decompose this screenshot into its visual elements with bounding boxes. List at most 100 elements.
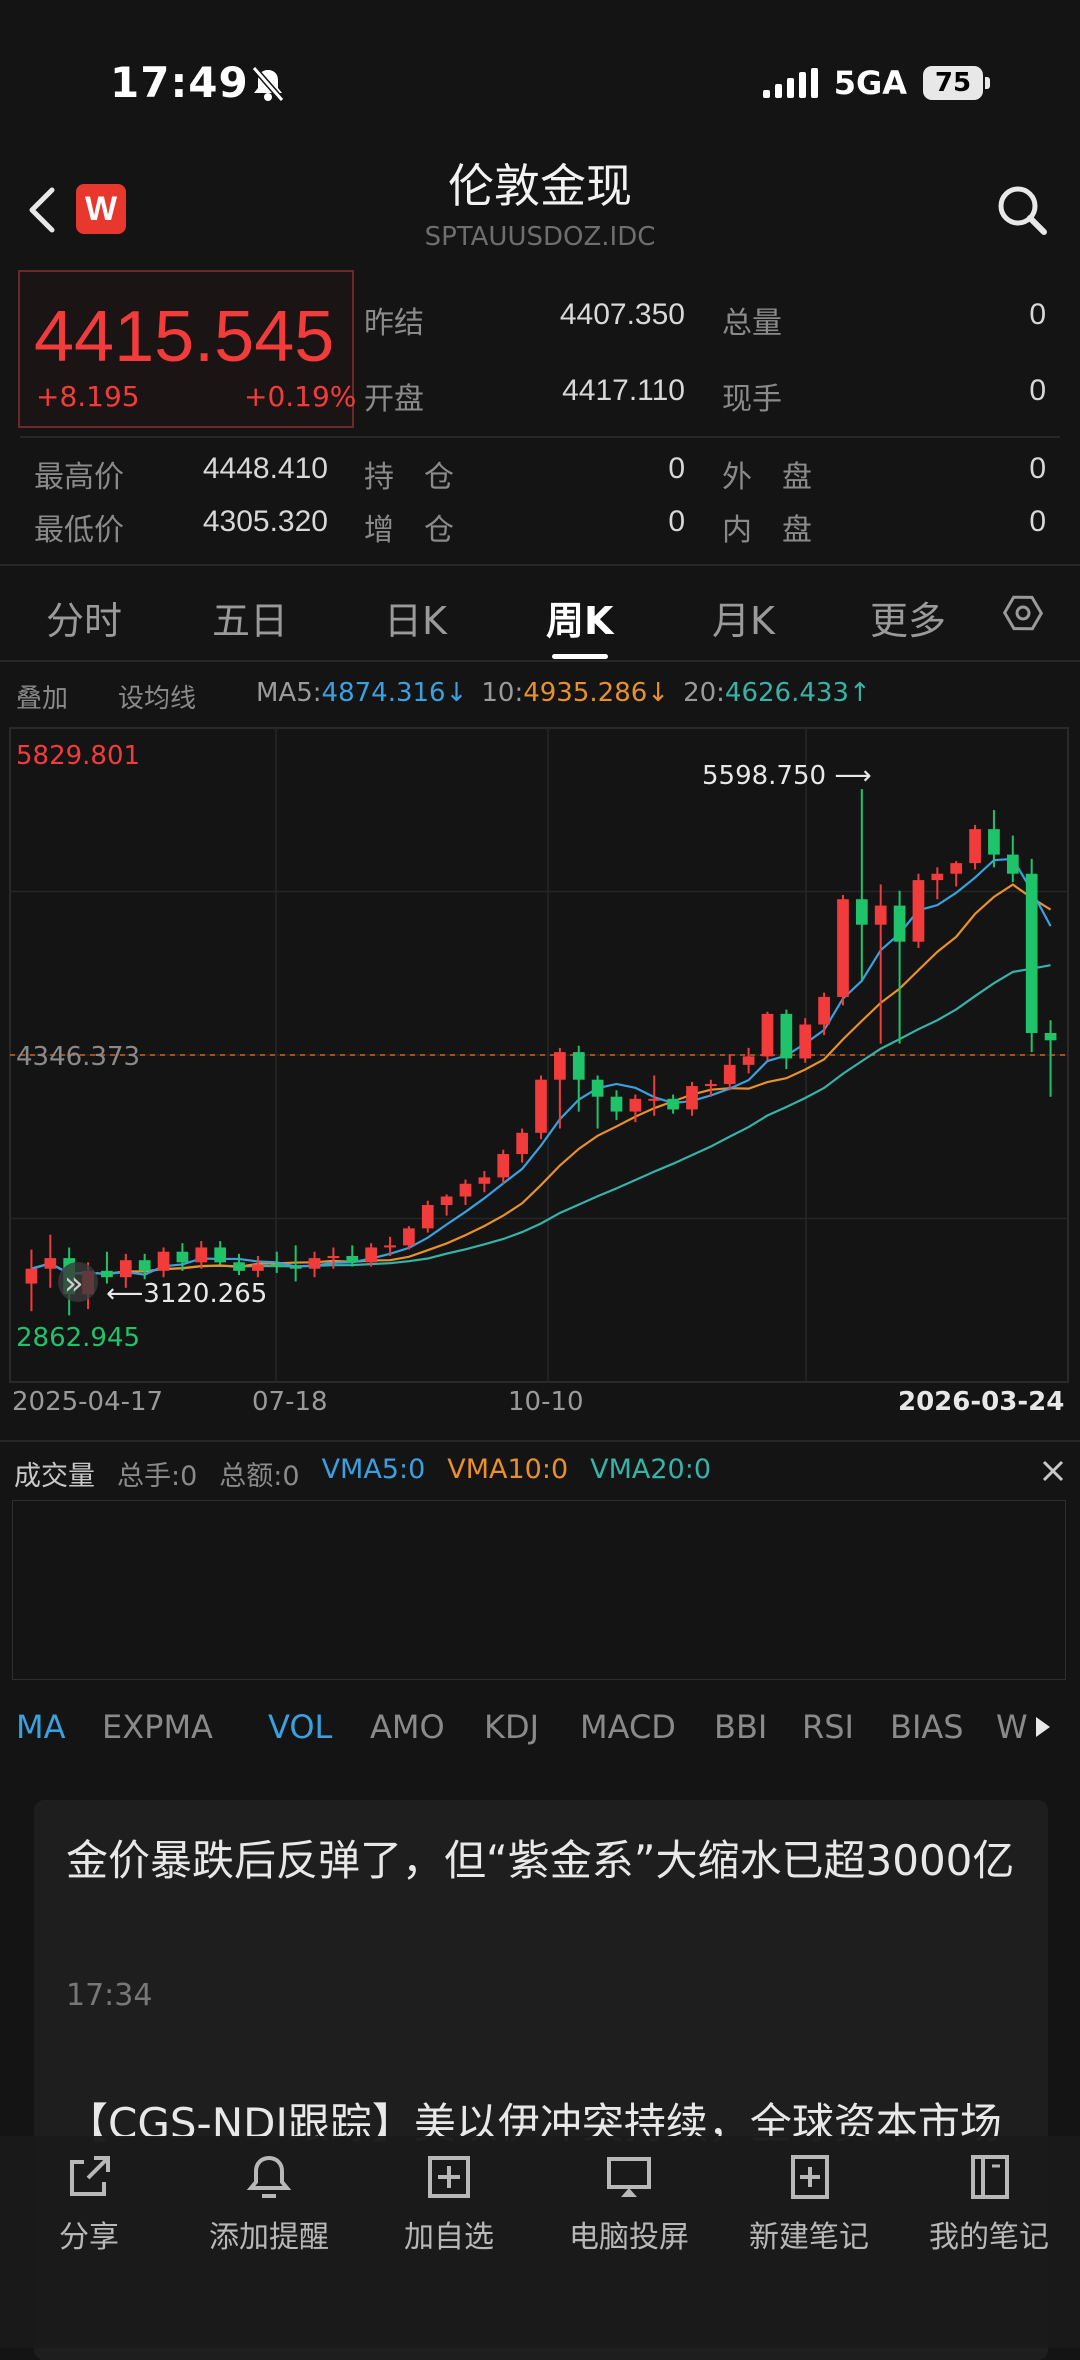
mute-bell-icon — [251, 66, 285, 102]
ma20-label: 20: — [683, 678, 725, 708]
add-watchlist-button[interactable]: 加自选 — [364, 2150, 534, 2256]
news-title[interactable]: 金价暴跌后反弹了，但“紫金系”大缩水已超3000亿 — [66, 1830, 1016, 1892]
candle-body — [195, 1247, 208, 1263]
indicator-tab-bbi[interactable]: BBI — [714, 1708, 767, 1746]
battery-icon: 75 — [923, 66, 983, 100]
candle-body — [497, 1154, 510, 1178]
candle-body — [421, 1204, 434, 1229]
candle-body — [855, 899, 868, 925]
tab-intraday[interactable]: 分时 — [46, 590, 122, 645]
cast-screen-icon — [607, 2157, 651, 2197]
add-alert-label: 添加提醒 — [209, 2220, 329, 2255]
candle-body — [893, 905, 906, 942]
field-label: 总量 — [722, 306, 782, 341]
ma5-value: 4874.316↓ — [321, 678, 468, 708]
candle-body — [384, 1245, 396, 1248]
add-watchlist-label: 加自选 — [404, 2220, 494, 2255]
ma5-label: MA5: — [256, 678, 322, 708]
vma20: VMA20:0 — [590, 1454, 712, 1485]
my-notes-label: 我的笔记 — [929, 2220, 1049, 2255]
candle-body — [119, 1260, 132, 1278]
screen-cast-button[interactable]: 电脑投屏 — [544, 2150, 714, 2256]
last-price: 4415.545 — [34, 297, 335, 377]
candle-body — [950, 863, 963, 874]
candle-body — [157, 1251, 170, 1271]
my-notes-button[interactable]: 我的笔记 — [904, 2150, 1074, 2256]
candle-body — [478, 1177, 491, 1184]
share-icon — [70, 2156, 110, 2196]
plus-box-icon — [428, 2156, 470, 2198]
tab-daily-k[interactable]: 日K — [384, 590, 447, 645]
divider — [0, 660, 1080, 662]
close-icon[interactable] — [1040, 1458, 1066, 1484]
candle-body — [572, 1052, 585, 1080]
scroll-handle-glyph: » — [64, 1264, 84, 1302]
indicator-tab-bias[interactable]: BIAS — [890, 1708, 964, 1746]
candle-body — [912, 880, 925, 942]
active-tab-indicator — [552, 654, 608, 659]
candle-body — [686, 1086, 698, 1110]
candle-body — [874, 905, 887, 925]
share-label: 分享 — [59, 2220, 119, 2255]
divider — [20, 436, 1060, 438]
indicator-tab-amo[interactable]: AMO — [370, 1708, 445, 1746]
candle-body — [988, 829, 1000, 855]
candle-body — [780, 1013, 793, 1059]
candle-body — [308, 1258, 321, 1269]
divider — [0, 564, 1080, 566]
candle-body — [969, 829, 981, 864]
indicator-tab-macd[interactable]: MACD — [580, 1708, 676, 1746]
price-change: +8.195 — [36, 380, 140, 413]
ma10-value: 4935.286↓ — [523, 678, 670, 708]
tab-five-day[interactable]: 五日 — [212, 590, 288, 645]
candle-body — [554, 1052, 566, 1080]
indicator-tab-kdj[interactable]: KDJ — [484, 1708, 539, 1746]
indicator-tab-ma[interactable]: MA — [16, 1708, 66, 1746]
candle-body — [667, 1098, 679, 1110]
indicator-tab-w[interactable]: W — [996, 1708, 1028, 1746]
search-icon[interactable] — [992, 180, 1052, 240]
field-value: 4417.110 — [562, 374, 685, 407]
page-title: 伦敦金现 — [448, 159, 632, 213]
field-value: 0 — [1029, 452, 1046, 485]
indicator-tab-rsi[interactable]: RSI — [802, 1708, 854, 1746]
share-button[interactable]: 分享 — [4, 2150, 174, 2256]
candle-body — [327, 1255, 340, 1259]
candle-body — [535, 1079, 547, 1133]
candle-body — [705, 1083, 717, 1087]
status-indicators: 5GA 75 — [762, 64, 990, 102]
set-ma-button[interactable]: 设均线 — [118, 678, 196, 715]
tab-weekly-k[interactable]: 周K — [546, 590, 613, 645]
ma-readout: MA5: 4874.316↓ 10: 4935.286↓ 20: 4626.43… — [256, 678, 871, 708]
field-label: 最高价 — [34, 460, 124, 495]
tab-monthly-k[interactable]: 月K — [712, 590, 775, 645]
indicator-tab-expma[interactable]: EXPMA — [102, 1708, 213, 1746]
candle-body — [365, 1247, 377, 1263]
candle-body — [252, 1264, 264, 1271]
field-value: 0 — [1029, 298, 1046, 331]
total-hands: 总手:0 — [117, 1461, 198, 1492]
candle-body — [214, 1247, 227, 1263]
scroll-right-icon[interactable] — [1030, 1712, 1054, 1742]
candle-body — [459, 1183, 472, 1197]
candle-body — [1006, 854, 1019, 874]
add-alert-button[interactable]: 添加提醒 — [184, 2150, 354, 2256]
field-label: 持 仓 — [364, 460, 454, 495]
field-label: 增 仓 — [364, 513, 454, 548]
new-note-button[interactable]: 新建笔记 — [724, 2150, 894, 2256]
tab-more[interactable]: 更多 — [870, 590, 946, 645]
settings-hexagon-icon[interactable] — [1002, 592, 1044, 634]
network-type: 5GA — [833, 64, 907, 102]
weekly-candlestick-chart[interactable]: 5829.801 4346.373 2862.945 5598.750 ⟶ ⟵3120.… — [0, 720, 1080, 1420]
field-value: 0 — [668, 452, 685, 485]
total-amount: 总额:0 — [219, 1461, 300, 1492]
low-annotation: ⟵3120.265 — [106, 1279, 267, 1309]
field-value: 0 — [1029, 505, 1046, 538]
notebook-icon — [971, 2155, 1009, 2199]
overlay-button[interactable]: 叠加 — [16, 678, 68, 715]
candle-body — [742, 1056, 755, 1065]
ma10-label: 10: — [481, 678, 524, 708]
indicator-tab-vol[interactable]: VOL — [268, 1708, 332, 1746]
high-annotation: 5598.750 ⟶ — [702, 761, 872, 791]
candle-body — [761, 1013, 774, 1057]
